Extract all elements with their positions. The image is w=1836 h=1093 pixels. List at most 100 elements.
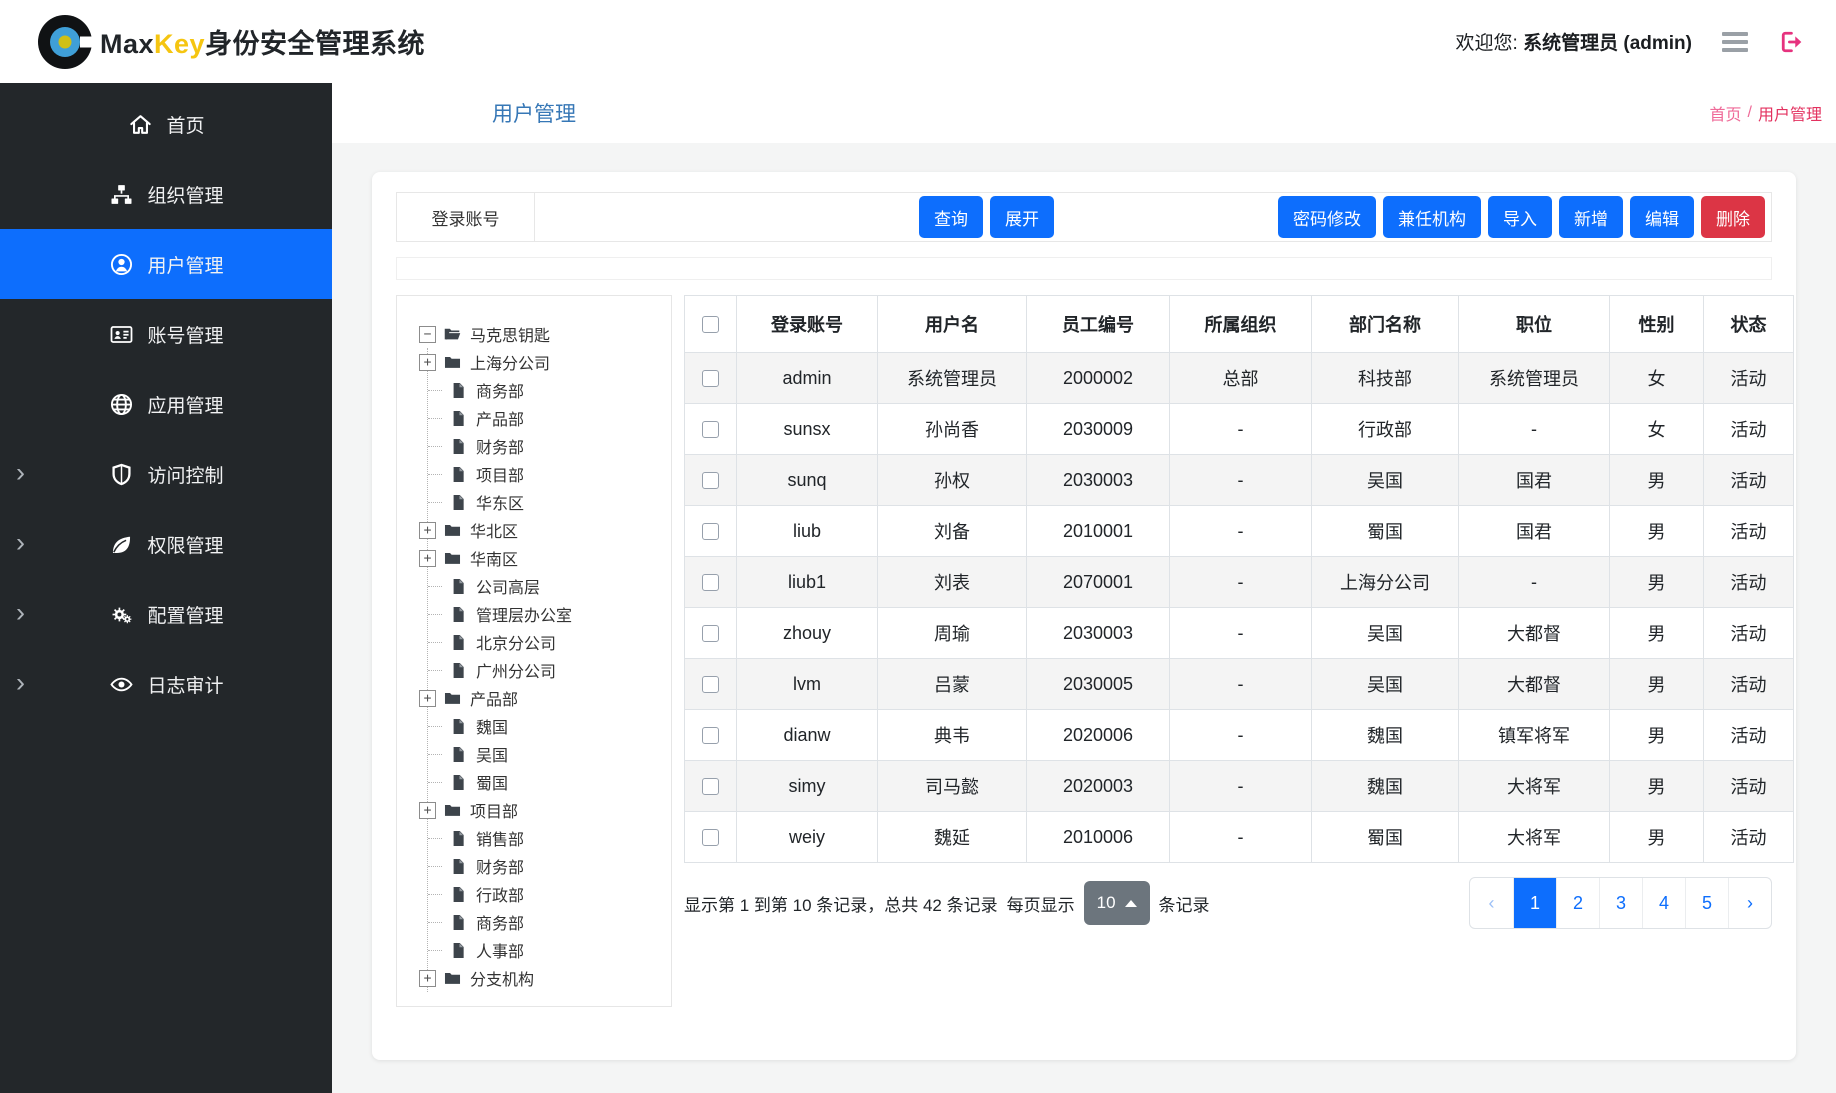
page-button-1[interactable]: 1 xyxy=(1513,878,1556,928)
tree-node[interactable]: 公司高层 xyxy=(428,572,665,600)
select-all-checkbox[interactable] xyxy=(702,316,719,333)
sidebar-item-perm[interactable]: ›权限管理 xyxy=(0,509,332,579)
col-login: 登录账号 xyxy=(737,296,878,353)
expand-toggle-icon[interactable]: + xyxy=(419,802,436,819)
table-row: sunq孙权2030003-吴国国君男活动 xyxy=(685,455,1794,506)
file-icon xyxy=(449,493,468,512)
breadcrumb-home-link[interactable]: 首页 xyxy=(1710,101,1742,125)
sidebar-item-config[interactable]: ›配置管理 xyxy=(0,579,332,649)
tree-node[interactable]: 人事部 xyxy=(428,936,665,964)
row-checkbox[interactable] xyxy=(702,625,719,642)
import-button[interactable]: 导入 xyxy=(1488,196,1552,238)
tree-node[interactable]: 广州分公司 xyxy=(428,656,665,684)
table-body: admin系统管理员2000002总部科技部系统管理员女活动sunsx孙尚香20… xyxy=(685,353,1794,863)
tree-node-label: 分支机构 xyxy=(470,966,534,990)
tree-node[interactable]: 魏国 xyxy=(428,712,665,740)
sidebar-item-org[interactable]: 组织管理 xyxy=(0,159,332,229)
row-checkbox[interactable] xyxy=(702,829,719,846)
home-icon xyxy=(127,112,153,137)
expand-toggle-icon[interactable]: + xyxy=(419,354,436,371)
tree-connector xyxy=(428,894,442,895)
tree-node[interactable]: +上海分公司 xyxy=(428,348,665,376)
page-button-4[interactable]: 4 xyxy=(1642,878,1685,928)
expand-toggle-icon[interactable]: + xyxy=(419,522,436,539)
tree-node[interactable]: 销售部 xyxy=(428,824,665,852)
tree-node[interactable]: 商务部 xyxy=(428,908,665,936)
row-checkbox[interactable] xyxy=(702,370,719,387)
file-icon xyxy=(449,857,468,876)
file-icon xyxy=(449,465,468,484)
tree-node[interactable]: +华北区 xyxy=(428,516,665,544)
record-summary: 显示第 1 到第 10 条记录，总共 42 条记录 xyxy=(684,891,998,916)
page-button-5[interactable]: 5 xyxy=(1685,878,1728,928)
edit-button[interactable]: 编辑 xyxy=(1630,196,1694,238)
sidebar-item-user[interactable]: 用户管理 xyxy=(0,229,332,299)
tree-node[interactable]: 华东区 xyxy=(428,488,665,516)
expand-button[interactable]: 展开 xyxy=(990,196,1054,238)
row-checkbox[interactable] xyxy=(702,574,719,591)
tree-node[interactable]: 财务部 xyxy=(428,432,665,460)
expand-toggle-icon[interactable]: + xyxy=(419,690,436,707)
add-button[interactable]: 新增 xyxy=(1559,196,1623,238)
page-button-2[interactable]: 2 xyxy=(1556,878,1599,928)
tree-connector xyxy=(428,670,442,671)
tree-node[interactable]: 行政部 xyxy=(428,880,665,908)
tree-node[interactable]: 项目部 xyxy=(428,460,665,488)
tree-node-label: 上海分公司 xyxy=(470,350,550,374)
logout-button[interactable] xyxy=(1778,28,1806,56)
tree-node[interactable]: 管理层办公室 xyxy=(428,600,665,628)
sidebar-item-access[interactable]: ›访问控制 xyxy=(0,439,332,509)
row-checkbox[interactable] xyxy=(702,676,719,693)
sidebar-item-home[interactable]: 首页 xyxy=(0,89,332,159)
select-all-header-cell xyxy=(685,296,737,353)
delete-button[interactable]: 删除 xyxy=(1701,196,1765,238)
page-button-3[interactable]: 3 xyxy=(1599,878,1642,928)
tree-node[interactable]: 北京分公司 xyxy=(428,628,665,656)
concurrent-org-button[interactable]: 兼任机构 xyxy=(1383,196,1481,238)
tree-node[interactable]: 吴国 xyxy=(428,740,665,768)
cell-login: simy xyxy=(737,761,878,812)
tree-node-label: 蜀国 xyxy=(476,770,508,794)
expand-toggle-icon[interactable]: + xyxy=(419,550,436,567)
menu-toggle-icon[interactable] xyxy=(1718,28,1752,56)
file-icon xyxy=(449,661,468,680)
tree-node[interactable]: 蜀国 xyxy=(428,768,665,796)
tree-node[interactable]: −马克思钥匙 xyxy=(419,320,665,348)
row-checkbox[interactable] xyxy=(702,727,719,744)
sidebar-item-label: 应用管理 xyxy=(147,391,223,418)
row-checkbox[interactable] xyxy=(702,472,719,489)
login-account-input[interactable] xyxy=(535,193,919,241)
tree-connector xyxy=(428,390,442,391)
collapse-toggle-icon[interactable]: − xyxy=(419,326,436,343)
row-checkbox[interactable] xyxy=(702,778,719,795)
expand-toggle-icon[interactable]: + xyxy=(419,970,436,987)
cell-username: 吕蒙 xyxy=(878,659,1027,710)
password-modify-button[interactable]: 密码修改 xyxy=(1278,196,1376,238)
page-size-dropdown[interactable]: 10 xyxy=(1084,881,1150,925)
tree-node[interactable]: +分支机构 xyxy=(428,964,665,992)
file-icon xyxy=(449,773,468,792)
col-status: 状态 xyxy=(1704,296,1794,353)
tree-node[interactable]: +项目部 xyxy=(428,796,665,824)
per-page-prefix: 每页显示 xyxy=(1007,891,1075,916)
chevron-right-icon: › xyxy=(16,457,25,488)
tree-node[interactable]: 商务部 xyxy=(428,376,665,404)
tree-node[interactable]: +产品部 xyxy=(428,684,665,712)
row-checkbox[interactable] xyxy=(702,523,719,540)
cell-position: 镇军将军 xyxy=(1459,710,1610,761)
tree-node[interactable]: 财务部 xyxy=(428,852,665,880)
row-checkbox[interactable] xyxy=(702,421,719,438)
topbar-right: 欢迎您: 系统管理员 (admin) xyxy=(1456,28,1806,56)
next-page-button[interactable]: › xyxy=(1728,878,1771,928)
query-button[interactable]: 查询 xyxy=(919,196,983,238)
sidebar-item-audit[interactable]: ›日志审计 xyxy=(0,649,332,719)
folder-icon xyxy=(443,549,462,568)
sidebar-item-account[interactable]: 账号管理 xyxy=(0,299,332,369)
sidebar-item-app[interactable]: 应用管理 xyxy=(0,369,332,439)
tree-node-label: 华南区 xyxy=(470,546,518,570)
tree-node[interactable]: +华南区 xyxy=(428,544,665,572)
tree-connector xyxy=(428,754,442,755)
tree-node[interactable]: 产品部 xyxy=(428,404,665,432)
prev-page-button[interactable]: ‹ xyxy=(1470,878,1513,928)
cell-empno: 2030003 xyxy=(1027,455,1170,506)
